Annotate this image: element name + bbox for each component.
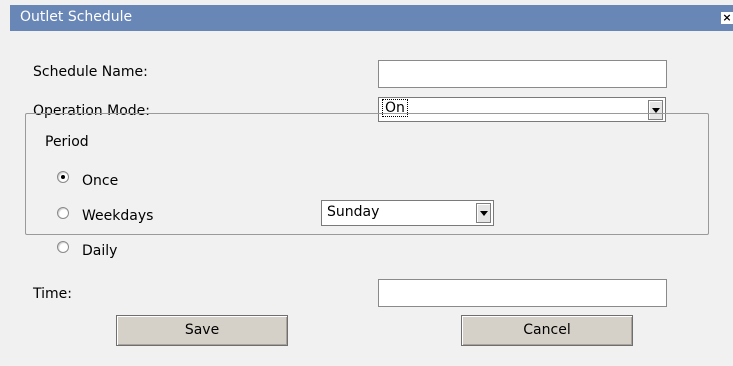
close-icon[interactable]: × (721, 12, 733, 24)
weekday-select-value: Sunday (327, 204, 380, 220)
period-weekdays-radio[interactable] (57, 207, 69, 219)
period-weekdays-label[interactable]: Weekdays (82, 208, 153, 224)
period-legend: Period (41, 134, 93, 150)
time-label: Time: (33, 286, 72, 302)
time-input[interactable] (378, 279, 667, 307)
schedule-name-label: Schedule Name: (33, 64, 148, 80)
cancel-button[interactable]: Cancel (461, 315, 633, 346)
period-daily-radio[interactable] (57, 241, 69, 253)
dialog-title: Outlet Schedule (20, 9, 133, 25)
dialog-titlebar[interactable]: Outlet Schedule × (10, 5, 733, 31)
weekday-select[interactable]: Sunday (321, 200, 494, 226)
period-once-radio[interactable] (57, 171, 69, 183)
period-once-label[interactable]: Once (82, 173, 118, 189)
save-button[interactable]: Save (116, 315, 288, 346)
period-daily-label[interactable]: Daily (82, 243, 117, 259)
schedule-name-input[interactable] (378, 60, 667, 88)
chevron-down-icon[interactable] (476, 203, 491, 223)
